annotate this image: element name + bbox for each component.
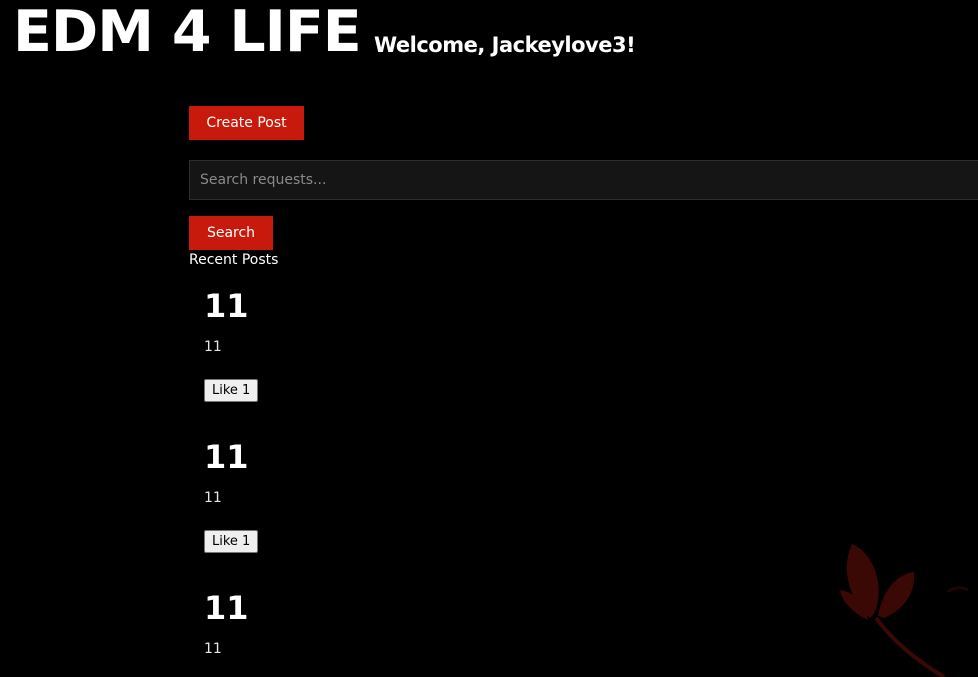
flower-icon xyxy=(840,544,969,677)
post-body: 11 xyxy=(204,641,222,657)
recent-posts-heading: Recent Posts xyxy=(189,252,279,268)
search-button[interactable]: Search xyxy=(189,216,273,250)
search-input[interactable] xyxy=(189,160,978,200)
site-title: EDM 4 LIFE xyxy=(13,0,362,65)
post-title: 11 xyxy=(204,589,249,627)
like-button[interactable]: Like 1 xyxy=(204,530,259,553)
post-body: 11 xyxy=(204,339,222,355)
post-title: 11 xyxy=(204,287,249,325)
page: EDM 4 LIFE Welcome, Jackeylove3! Create … xyxy=(0,0,978,677)
like-button[interactable]: Like 1 xyxy=(204,379,259,402)
post-title: 11 xyxy=(204,438,249,476)
create-post-button[interactable]: Create Post xyxy=(189,106,304,140)
welcome-message: Welcome, Jackeylove3! xyxy=(374,33,636,57)
post-body: 11 xyxy=(204,490,222,506)
